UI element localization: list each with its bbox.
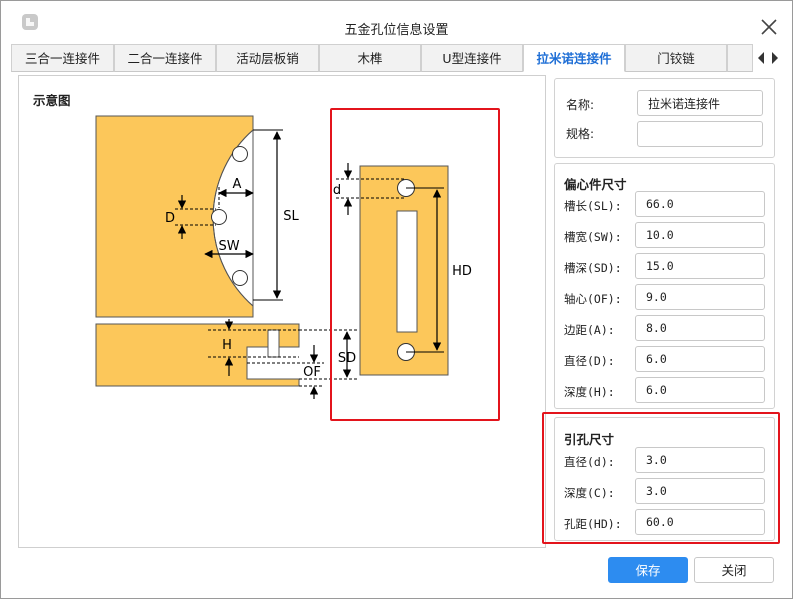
basic-info-group: 名称: 规格: (554, 78, 775, 158)
dim-a-label: A (233, 177, 242, 192)
slot-length-label: 槽长(SL): (564, 199, 622, 213)
dialog-window: 五金孔位信息设置 三合一连接件 二合一连接件 活动层板销 木榫 U型连接件 拉米… (0, 0, 793, 599)
hole-bottom (232, 270, 248, 286)
highlight-frame-front-view (330, 108, 500, 421)
slot-length-input[interactable] (635, 191, 765, 217)
name-label: 名称: (566, 98, 595, 112)
diameter-input[interactable] (635, 346, 765, 372)
hole-center (211, 209, 227, 225)
diameter-label: 直径(D): (564, 354, 615, 368)
save-button[interactable]: 保存 (608, 557, 688, 583)
dim-d-label: D (165, 211, 175, 226)
slot-width-input[interactable] (635, 222, 765, 248)
close-button[interactable]: 关闭 (694, 557, 774, 583)
eccentric-size-group: 偏心件尺寸 槽长(SL): 槽宽(SW): 槽深(SD): 轴心(OF): 边距… (554, 163, 775, 409)
name-input[interactable] (637, 90, 763, 116)
dim-of-label: OF (303, 365, 321, 380)
depth-label: 深度(H): (564, 385, 615, 399)
edge-distance-input[interactable] (635, 315, 765, 341)
hole-top (232, 146, 248, 162)
eccentric-title: 偏心件尺寸 (564, 177, 627, 192)
dim-sl-label: SL (283, 209, 299, 224)
spec-input[interactable] (637, 121, 763, 147)
slot-depth-label: 槽深(SD): (564, 261, 622, 275)
spec-label: 规格: (566, 127, 595, 141)
dim-sw-label: SW (218, 239, 239, 254)
slot-width-label: 槽宽(SW): (564, 230, 622, 244)
dim-h-label: H (222, 338, 232, 353)
depth-input[interactable] (635, 377, 765, 403)
highlight-frame-pilot-group (542, 412, 780, 544)
axis-offset-label: 轴心(OF): (564, 292, 622, 306)
slot-depth-input[interactable] (635, 253, 765, 279)
side-hole (267, 329, 280, 358)
axis-offset-input[interactable] (635, 284, 765, 310)
edge-distance-label: 边距(A): (564, 323, 615, 337)
